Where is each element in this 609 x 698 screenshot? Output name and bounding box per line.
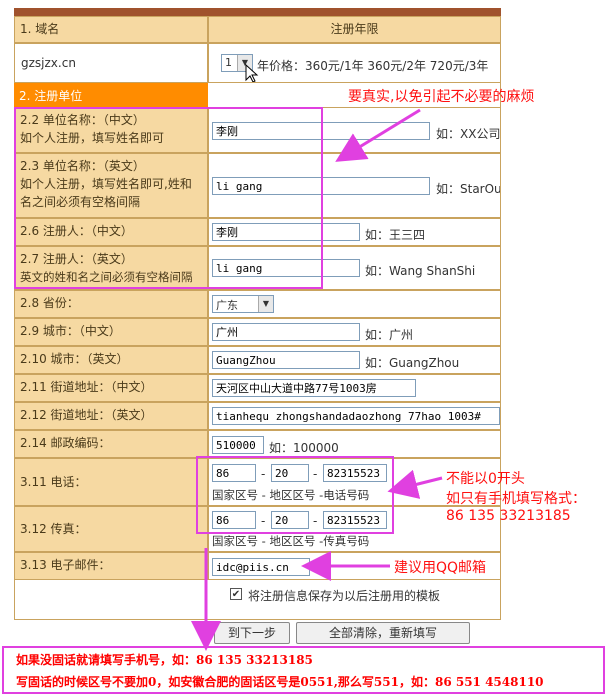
annotation-email: 建议用QQ邮箱 <box>394 560 487 576</box>
annotation-phone-2: 如只有手机填写格式： <box>446 491 586 507</box>
arrow-to-name-fields <box>335 108 421 162</box>
arrow-to-phone-fields <box>387 469 443 499</box>
annotation-real-info: 要真实,以免引起不必要的麻烦 <box>348 89 535 105</box>
annotation-phone-1: 不能以0开头 <box>446 471 525 487</box>
annotation-phone-3: 86 135 33213185 <box>446 508 571 524</box>
bottom-note-2: 写固话的时候区号不要加0，如安徽合肥的固话区号是0551,那么写551，如：86… <box>16 675 544 689</box>
bottom-note-1: 如果没固话就请填写手机号，如：86 135 33213185 <box>16 653 313 667</box>
